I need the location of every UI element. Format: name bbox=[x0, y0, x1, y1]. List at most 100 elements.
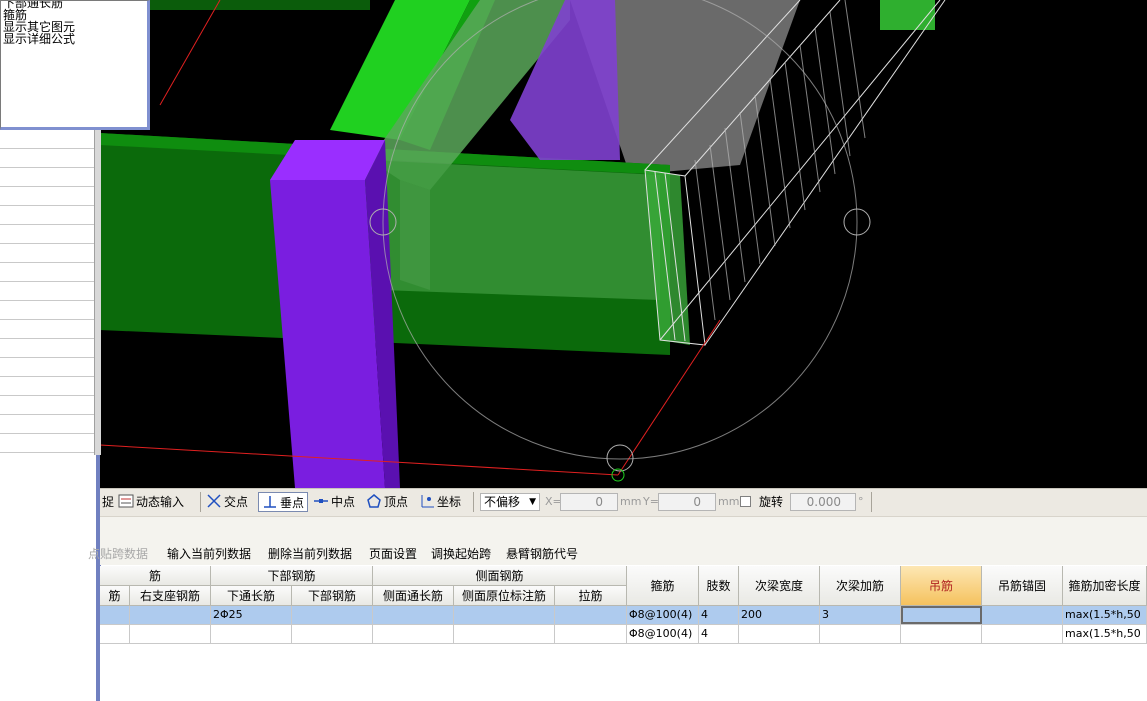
rotate-checkbox[interactable] bbox=[740, 496, 751, 507]
input-column-data-button[interactable]: 输入当前列数据 bbox=[167, 545, 251, 562]
cell-stirrup[interactable]: Φ8@100(4) bbox=[627, 625, 699, 643]
coordinate-icon bbox=[419, 493, 435, 509]
header-col-bottom-rebar[interactable]: 下部钢筋 bbox=[292, 586, 373, 606]
beam-translucent-front bbox=[370, 160, 660, 300]
table-cell[interactable] bbox=[292, 625, 373, 643]
offset-select-value: 不偏移 bbox=[484, 495, 521, 509]
header-col-side-long[interactable]: 侧面通长筋 bbox=[373, 586, 454, 606]
table-cell[interactable] bbox=[373, 606, 454, 624]
header-col-legs[interactable]: 肢数 bbox=[699, 566, 739, 606]
paste-span-data-button[interactable]: 点贴跨数据 bbox=[88, 545, 148, 562]
table-cell[interactable] bbox=[373, 625, 454, 643]
header-col-secondary-add[interactable]: 次梁加筋 bbox=[820, 566, 901, 606]
cell-dense-length[interactable]: max(1.5*h,50 bbox=[1063, 606, 1147, 624]
table-cell[interactable] bbox=[130, 606, 211, 624]
dynamic-input-icon bbox=[118, 493, 134, 509]
offset-select[interactable]: 不偏移 ▼ bbox=[480, 493, 540, 511]
list-item[interactable] bbox=[0, 225, 94, 244]
list-item[interactable] bbox=[0, 244, 94, 263]
header-col-secondary-width[interactable]: 次梁宽度 bbox=[739, 566, 820, 606]
cell-bottom-long[interactable] bbox=[211, 625, 292, 643]
dynamic-input-label: 动态输入 bbox=[136, 495, 185, 509]
cell-hanger-anchor[interactable] bbox=[982, 625, 1063, 643]
list-item[interactable] bbox=[0, 396, 94, 415]
vertex-label: 顶点 bbox=[384, 495, 409, 509]
cell-secondary-add[interactable] bbox=[820, 625, 901, 643]
midpoint-label: 中点 bbox=[331, 495, 356, 509]
swap-start-span-button[interactable]: 调换起始跨 bbox=[431, 545, 491, 562]
table-cell[interactable] bbox=[454, 625, 555, 643]
y-value: 0 bbox=[693, 495, 701, 509]
cell-secondary-width[interactable] bbox=[739, 625, 820, 643]
cell-secondary-add[interactable]: 3 bbox=[820, 606, 901, 624]
perpendicular-icon bbox=[262, 494, 278, 510]
list-item[interactable] bbox=[0, 263, 94, 282]
header-col-stirrup-tail[interactable]: 筋 bbox=[100, 586, 130, 606]
snap-vertex-button[interactable]: 顶点 bbox=[366, 492, 408, 512]
cell-hanger[interactable] bbox=[901, 625, 982, 643]
list-item[interactable] bbox=[0, 377, 94, 396]
table-row[interactable]: Φ8@100(4) 4 max(1.5*h,50 bbox=[100, 625, 1147, 644]
cantilever-rebar-code-button[interactable]: 悬臂钢筋代号 bbox=[506, 545, 578, 562]
list-item[interactable] bbox=[0, 358, 94, 377]
header-col-tie[interactable]: 拉筋 bbox=[555, 586, 627, 606]
header-col-bottom-long[interactable]: 下通长筋 bbox=[211, 586, 292, 606]
x-value: 0 bbox=[595, 495, 603, 509]
header-col-dense-length[interactable]: 箍筋加密长度 bbox=[1063, 566, 1147, 606]
rotate-input[interactable]: 0.000 bbox=[790, 493, 856, 511]
list-item[interactable] bbox=[0, 282, 94, 301]
cell-legs[interactable]: 4 bbox=[699, 606, 739, 624]
table-cell[interactable] bbox=[130, 625, 211, 643]
snap-midpoint-button[interactable]: 中点 bbox=[313, 492, 355, 512]
table-cell[interactable] bbox=[100, 625, 130, 643]
cell-hanger-active[interactable] bbox=[901, 606, 982, 624]
table-cell[interactable] bbox=[100, 606, 130, 624]
snap-perpendicular-button[interactable]: 垂点 bbox=[258, 492, 309, 512]
popup-item-show-formula[interactable]: 显示详细公式 bbox=[3, 33, 75, 45]
table-cell[interactable] bbox=[555, 625, 627, 643]
toolbar-separator bbox=[871, 492, 872, 512]
header-col-side-inplace[interactable]: 侧面原位标注筋 bbox=[454, 586, 555, 606]
list-item[interactable] bbox=[0, 434, 94, 453]
rotate-label: 旋转 bbox=[759, 495, 784, 509]
empty-toolbar-band bbox=[100, 516, 1147, 542]
table-cell[interactable] bbox=[555, 606, 627, 624]
list-item[interactable] bbox=[0, 320, 94, 339]
cell-bottom-long[interactable]: 2Φ25 bbox=[211, 606, 292, 624]
cell-stirrup[interactable]: Φ8@100(4) bbox=[627, 606, 699, 624]
x-input[interactable]: 0 bbox=[560, 493, 618, 511]
page-setup-button[interactable]: 页面设置 bbox=[369, 545, 417, 562]
list-item[interactable] bbox=[0, 130, 94, 149]
snap-intersection-button[interactable]: 交点 bbox=[206, 492, 248, 512]
header-col-right-support[interactable]: 右支座钢筋 bbox=[130, 586, 211, 606]
list-item[interactable] bbox=[0, 415, 94, 434]
rebar-table[interactable]: 筋 下部钢筋 侧面钢筋 筋 右支座钢筋 下通长筋 下部钢筋 侧面通长筋 侧面原位… bbox=[100, 566, 1147, 701]
header-col-hanger-anchor[interactable]: 吊筋锚固 bbox=[982, 566, 1063, 606]
header-group-stirrup-tail: 筋 bbox=[100, 566, 211, 586]
list-item[interactable] bbox=[0, 168, 94, 187]
3d-viewport[interactable] bbox=[100, 0, 1147, 488]
list-item[interactable] bbox=[0, 206, 94, 225]
table-edit-toolbar: 点贴跨数据 输入当前列数据 删除当前列数据 页面设置 调换起始跨 悬臂钢筋代号 bbox=[88, 541, 1147, 565]
list-item[interactable] bbox=[0, 187, 94, 206]
header-col-hanger[interactable]: 吊筋 bbox=[901, 566, 982, 606]
table-row[interactable]: 2Φ25 Φ8@100(4) 4 200 3 max(1.5*h,50 bbox=[100, 606, 1147, 625]
list-item[interactable] bbox=[0, 149, 94, 168]
header-col-stirrup[interactable]: 箍筋 bbox=[627, 566, 699, 606]
left-panel-scrollbar[interactable] bbox=[94, 130, 101, 455]
3d-scene[interactable] bbox=[100, 0, 1147, 488]
rotate-value: 0.000 bbox=[806, 495, 841, 509]
dynamic-input-button[interactable]: 动态输入 bbox=[118, 492, 184, 512]
chevron-down-icon: ▼ bbox=[529, 497, 536, 507]
snap-coordinate-button[interactable]: 坐标 bbox=[419, 492, 461, 512]
cell-legs[interactable]: 4 bbox=[699, 625, 739, 643]
list-item[interactable] bbox=[0, 339, 94, 358]
y-input[interactable]: 0 bbox=[658, 493, 716, 511]
table-cell[interactable] bbox=[292, 606, 373, 624]
table-cell[interactable] bbox=[454, 606, 555, 624]
list-item[interactable] bbox=[0, 301, 94, 320]
cell-dense-length[interactable]: max(1.5*h,50 bbox=[1063, 625, 1147, 643]
cell-hanger-anchor[interactable] bbox=[982, 606, 1063, 624]
cell-secondary-width[interactable]: 200 bbox=[739, 606, 820, 624]
delete-column-data-button[interactable]: 删除当前列数据 bbox=[268, 545, 352, 562]
